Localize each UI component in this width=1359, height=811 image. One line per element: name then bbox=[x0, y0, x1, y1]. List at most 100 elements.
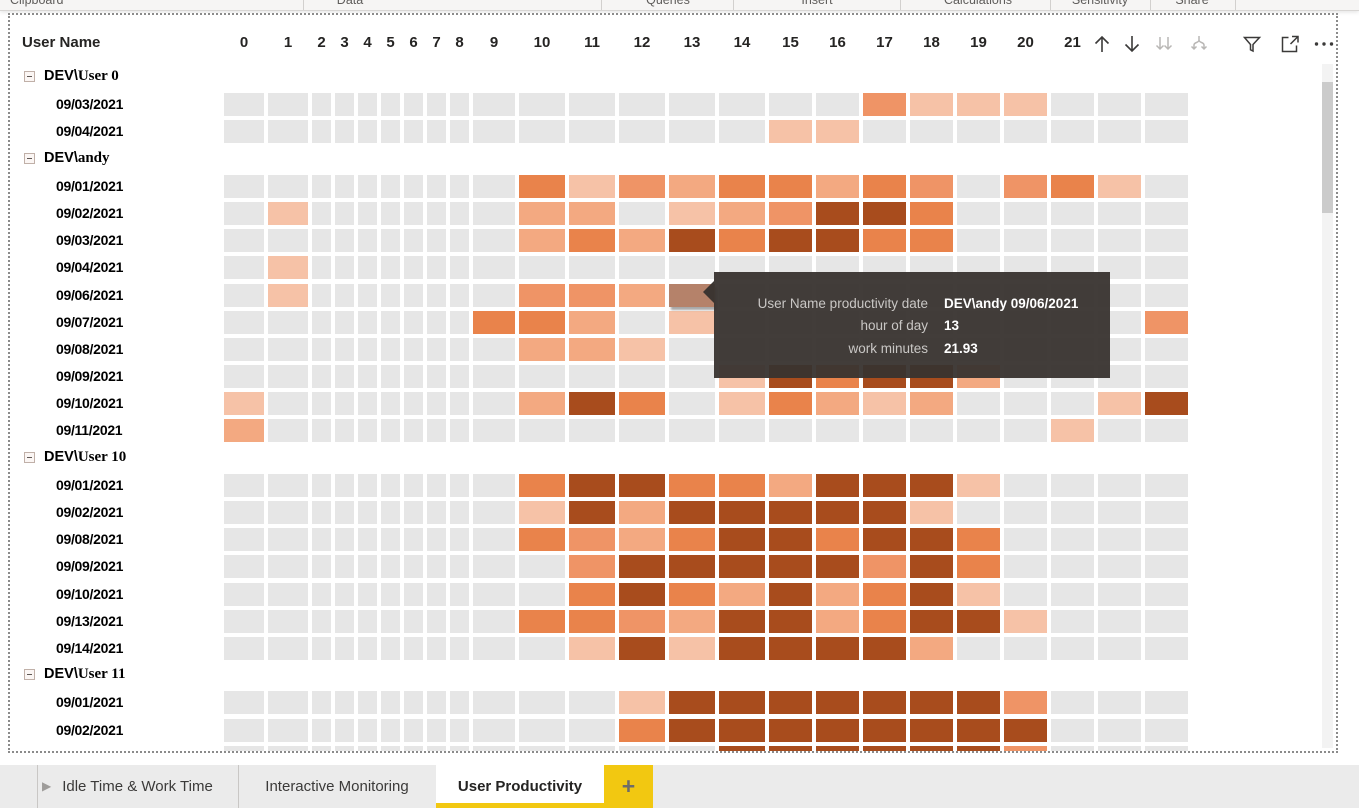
heatmap-cell[interactable] bbox=[473, 555, 515, 578]
heatmap-cell[interactable] bbox=[427, 501, 446, 524]
heatmap-cell[interactable] bbox=[519, 583, 565, 606]
heatmap-cell[interactable] bbox=[335, 175, 354, 198]
heatmap-cell[interactable] bbox=[427, 637, 446, 660]
heatmap-cell[interactable] bbox=[863, 120, 906, 143]
heatmap-cell[interactable] bbox=[450, 719, 469, 742]
heatmap-cell[interactable] bbox=[1051, 528, 1094, 551]
heatmap-cell[interactable] bbox=[669, 637, 715, 660]
heatmap-cell[interactable] bbox=[669, 691, 715, 714]
heatmap-cell[interactable] bbox=[519, 474, 565, 497]
heatmap-cell[interactable] bbox=[816, 120, 859, 143]
heatmap-cell[interactable] bbox=[863, 202, 906, 225]
heatmap-cell[interactable] bbox=[619, 583, 665, 606]
heatmap-cell[interactable] bbox=[769, 229, 812, 252]
heatmap-cell[interactable] bbox=[569, 175, 615, 198]
heatmap-cell[interactable] bbox=[381, 419, 400, 442]
heatmap-cell[interactable] bbox=[1004, 719, 1047, 742]
heatmap-cell[interactable] bbox=[569, 392, 615, 415]
heatmap-cell[interactable] bbox=[312, 746, 331, 753]
heatmap-cell[interactable] bbox=[1145, 555, 1188, 578]
heatmap-cell[interactable] bbox=[224, 746, 264, 753]
heatmap-cell[interactable] bbox=[1098, 637, 1141, 660]
heatmap-cell[interactable] bbox=[268, 175, 308, 198]
heatmap-cell[interactable] bbox=[381, 637, 400, 660]
heatmap-cell[interactable] bbox=[669, 256, 715, 279]
heatmap-cell[interactable] bbox=[1098, 583, 1141, 606]
heatmap-cell[interactable] bbox=[669, 365, 715, 388]
heatmap-cell[interactable] bbox=[450, 583, 469, 606]
heatmap-cell[interactable] bbox=[335, 501, 354, 524]
heatmap-cell[interactable] bbox=[816, 175, 859, 198]
heatmap-cell[interactable] bbox=[427, 229, 446, 252]
heatmap-cell[interactable] bbox=[519, 338, 565, 361]
heatmap-cell[interactable] bbox=[224, 474, 264, 497]
heatmap-cell[interactable] bbox=[1004, 746, 1047, 753]
heatmap-cell[interactable] bbox=[224, 637, 264, 660]
heatmap-cell[interactable] bbox=[669, 392, 715, 415]
heatmap-cell[interactable] bbox=[816, 610, 859, 633]
heatmap-cell[interactable] bbox=[358, 474, 377, 497]
collapse-group-icon[interactable] bbox=[24, 452, 35, 463]
heatmap-cell[interactable] bbox=[224, 419, 264, 442]
heatmap-cell[interactable] bbox=[1004, 202, 1047, 225]
heatmap-cell[interactable] bbox=[358, 338, 377, 361]
heatmap-cell[interactable] bbox=[1004, 93, 1047, 116]
heatmap-cell[interactable] bbox=[473, 202, 515, 225]
heatmap-cell[interactable] bbox=[1051, 419, 1094, 442]
heatmap-cell[interactable] bbox=[268, 746, 308, 753]
heatmap-cell[interactable] bbox=[569, 719, 615, 742]
heatmap-cell[interactable] bbox=[268, 583, 308, 606]
heatmap-cell[interactable] bbox=[268, 719, 308, 742]
heatmap-cell[interactable] bbox=[719, 392, 765, 415]
heatmap-cell[interactable] bbox=[450, 93, 469, 116]
heatmap-cell[interactable] bbox=[569, 691, 615, 714]
heatmap-cell[interactable] bbox=[404, 392, 423, 415]
heatmap-cell[interactable] bbox=[427, 365, 446, 388]
heatmap-cell[interactable] bbox=[519, 175, 565, 198]
heatmap-cell[interactable] bbox=[335, 93, 354, 116]
heatmap-cell[interactable] bbox=[450, 555, 469, 578]
heatmap-cell[interactable] bbox=[816, 691, 859, 714]
heatmap-cell[interactable] bbox=[1145, 175, 1188, 198]
heatmap-cell[interactable] bbox=[1004, 392, 1047, 415]
heatmap-cell[interactable] bbox=[381, 120, 400, 143]
collapse-group-icon[interactable] bbox=[24, 669, 35, 680]
group-label[interactable]: DEV\User 0 bbox=[44, 68, 119, 85]
heatmap-cell[interactable] bbox=[473, 392, 515, 415]
heatmap-cell[interactable] bbox=[450, 284, 469, 307]
heatmap-cell[interactable] bbox=[619, 555, 665, 578]
heatmap-cell[interactable] bbox=[863, 392, 906, 415]
date-label[interactable]: 09/13/2021 bbox=[56, 613, 123, 629]
heatmap-cell[interactable] bbox=[910, 229, 953, 252]
heatmap-cell[interactable] bbox=[669, 555, 715, 578]
heatmap-cell[interactable] bbox=[358, 311, 377, 334]
heatmap-cell[interactable] bbox=[1004, 229, 1047, 252]
heatmap-cell[interactable] bbox=[358, 501, 377, 524]
heatmap-cell[interactable] bbox=[1051, 120, 1094, 143]
heatmap-cell[interactable] bbox=[268, 610, 308, 633]
heatmap-cell[interactable] bbox=[1004, 691, 1047, 714]
heatmap-cell[interactable] bbox=[381, 555, 400, 578]
heatmap-cell[interactable] bbox=[519, 719, 565, 742]
heatmap-cell[interactable] bbox=[1051, 474, 1094, 497]
heatmap-cell[interactable] bbox=[312, 175, 331, 198]
heatmap-cell[interactable] bbox=[957, 610, 1000, 633]
heatmap-cell[interactable] bbox=[863, 691, 906, 714]
heatmap-cell[interactable] bbox=[1051, 392, 1094, 415]
heatmap-cell[interactable] bbox=[569, 338, 615, 361]
heatmap-cell[interactable] bbox=[1098, 202, 1141, 225]
heatmap-cell[interactable] bbox=[769, 419, 812, 442]
heatmap-cell[interactable] bbox=[519, 637, 565, 660]
heatmap-cell[interactable] bbox=[381, 719, 400, 742]
heatmap-cell[interactable] bbox=[404, 610, 423, 633]
heatmap-cell[interactable] bbox=[312, 583, 331, 606]
heatmap-cell[interactable] bbox=[719, 419, 765, 442]
heatmap-cell[interactable] bbox=[312, 528, 331, 551]
vertical-scrollbar[interactable] bbox=[1322, 64, 1333, 748]
heatmap-cell[interactable] bbox=[268, 474, 308, 497]
heatmap-cell[interactable] bbox=[358, 637, 377, 660]
heatmap-cell[interactable] bbox=[450, 419, 469, 442]
heatmap-cell[interactable] bbox=[312, 474, 331, 497]
heatmap-cell[interactable] bbox=[816, 719, 859, 742]
heatmap-cell[interactable] bbox=[1098, 419, 1141, 442]
